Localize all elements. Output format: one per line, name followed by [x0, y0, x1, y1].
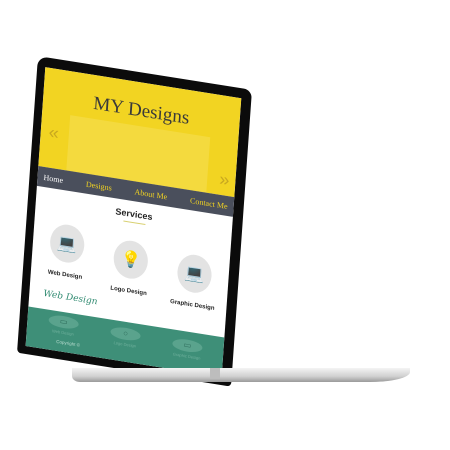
- lightbulb-icon: 💡: [112, 238, 150, 282]
- service-label: Logo Design: [110, 285, 147, 298]
- footer-item[interactable]: ▭ Graphic Design: [156, 335, 217, 363]
- hinge-notch: [210, 368, 220, 378]
- service-label: Graphic Design: [169, 298, 215, 312]
- nav-contact[interactable]: Contact Me: [190, 196, 228, 211]
- chevron-left-icon[interactable]: «: [48, 122, 59, 144]
- service-web-design[interactable]: 💻 Web Design: [35, 220, 99, 283]
- chevron-right-icon[interactable]: »: [219, 169, 230, 191]
- nav-about[interactable]: About Me: [134, 187, 167, 201]
- footer-item[interactable]: ○ Logo Design: [95, 323, 156, 351]
- service-logo-design[interactable]: 💡 Logo Design: [98, 236, 162, 299]
- laptop-icon: 💻: [176, 252, 213, 296]
- nav-designs[interactable]: Designs: [86, 179, 112, 192]
- laptop-screen: MY Designs « » Home Designs About Me Con…: [25, 67, 242, 378]
- script-text: Web Design: [43, 288, 98, 308]
- nav-home[interactable]: Home: [43, 172, 63, 184]
- service-label: Web Design: [47, 269, 83, 281]
- heading-underline: [123, 220, 146, 226]
- laptop-base: [72, 368, 410, 382]
- laptop-lid: MY Designs « » Home Designs About Me Con…: [17, 56, 252, 387]
- copyright: Copyright ©: [56, 338, 81, 348]
- service-graphic-design[interactable]: 💻 Graphic Design: [162, 250, 226, 313]
- laptop-icon: 💻: [48, 222, 86, 266]
- footer-item[interactable]: ▭ Web Design: [33, 311, 94, 339]
